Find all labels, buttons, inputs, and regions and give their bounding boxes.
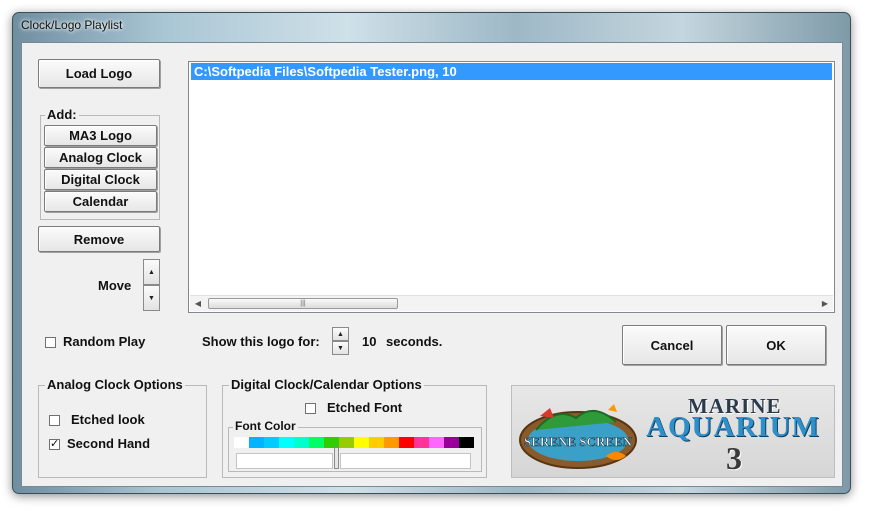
analog-options-title: Analog Clock Options	[45, 377, 185, 392]
serene-screen-badge-icon: SERENE SCREEN	[519, 404, 637, 469]
second-hand-checkbox[interactable]: ✓	[49, 439, 60, 450]
color-swatch[interactable]	[309, 437, 324, 448]
random-play-label: Random Play	[63, 334, 146, 349]
move-up-button[interactable]: ▲	[143, 259, 160, 285]
color-swatch[interactable]	[459, 437, 474, 448]
aquarium-number-text: 3	[726, 440, 742, 476]
arrow-down-icon: ▼	[337, 344, 344, 352]
digital-options-title: Digital Clock/Calendar Options	[229, 377, 424, 392]
scroll-right-icon[interactable]: ▶	[817, 296, 833, 311]
analog-options-group: Analog Clock Options	[38, 377, 207, 478]
color-swatch[interactable]	[384, 437, 399, 448]
calendar-button[interactable]: Calendar	[44, 191, 157, 212]
color-swatch[interactable]	[369, 437, 384, 448]
color-swatch[interactable]	[444, 437, 459, 448]
font-color-palette[interactable]	[234, 437, 475, 448]
color-swatch[interactable]	[429, 437, 444, 448]
second-hand-label: Second Hand	[67, 436, 151, 451]
color-swatch[interactable]	[414, 437, 429, 448]
random-play-checkbox[interactable]	[45, 337, 56, 348]
duration-unit: seconds.	[386, 334, 443, 349]
window-title: Clock/Logo Playlist	[21, 18, 123, 32]
duration-up-button[interactable]: ▲	[332, 327, 349, 341]
serene-screen-text: SERENE SCREEN	[524, 434, 633, 449]
playlist-window: Clock/Logo Playlist Load Logo Add: MA3 L…	[12, 12, 851, 494]
font-color-slider-left[interactable]	[236, 453, 333, 469]
scroll-thumb[interactable]: |||	[208, 298, 398, 309]
cancel-button[interactable]: Cancel	[622, 325, 722, 365]
color-swatch[interactable]	[264, 437, 279, 448]
show-logo-label: Show this logo for:	[202, 334, 320, 349]
horizontal-scrollbar[interactable]: ◀ ||| ▶	[190, 295, 833, 311]
list-item[interactable]: C:\Softpedia Files\Softpedia Tester.png,…	[191, 63, 832, 80]
color-swatch[interactable]	[339, 437, 354, 448]
dialog-client: Load Logo Add: MA3 Logo Analog Clock Dig…	[21, 42, 843, 487]
color-swatch[interactable]	[249, 437, 264, 448]
load-logo-button[interactable]: Load Logo	[38, 59, 160, 88]
font-color-slider-thumb[interactable]	[334, 447, 339, 469]
font-color-title: Font Color	[233, 419, 298, 433]
scroll-left-icon[interactable]: ◀	[190, 296, 206, 311]
playlist-listbox[interactable]: C:\Softpedia Files\Softpedia Tester.png,…	[188, 61, 835, 313]
duration-down-button[interactable]: ▼	[332, 341, 349, 355]
color-swatch[interactable]	[399, 437, 414, 448]
marine-aquarium-logo: SERENE SCREEN MARINE AQUARIUM 3	[511, 385, 835, 478]
etched-font-checkbox[interactable]	[305, 403, 316, 414]
move-label: Move	[98, 278, 132, 293]
arrow-down-icon: ▼	[148, 294, 155, 302]
remove-button[interactable]: Remove	[38, 226, 160, 252]
color-swatch[interactable]	[294, 437, 309, 448]
digital-clock-button[interactable]: Digital Clock	[44, 169, 157, 190]
color-swatch[interactable]	[354, 437, 369, 448]
etched-font-label: Etched Font	[327, 400, 403, 415]
arrow-up-icon: ▲	[148, 268, 155, 276]
etched-look-checkbox[interactable]	[49, 415, 60, 426]
analog-clock-button[interactable]: Analog Clock	[44, 147, 157, 168]
color-swatch[interactable]	[279, 437, 294, 448]
etched-look-label: Etched look	[71, 412, 145, 427]
font-color-slider-right[interactable]	[340, 453, 471, 469]
arrow-up-icon: ▲	[337, 330, 344, 338]
ma3-logo-button[interactable]: MA3 Logo	[44, 125, 157, 146]
checkmark-icon: ✓	[50, 438, 60, 450]
duration-value: 10	[362, 334, 377, 349]
ok-button[interactable]: OK	[726, 325, 826, 365]
add-group-title: Add:	[45, 107, 79, 122]
color-swatch[interactable]	[234, 437, 249, 448]
move-down-button[interactable]: ▼	[143, 285, 160, 311]
